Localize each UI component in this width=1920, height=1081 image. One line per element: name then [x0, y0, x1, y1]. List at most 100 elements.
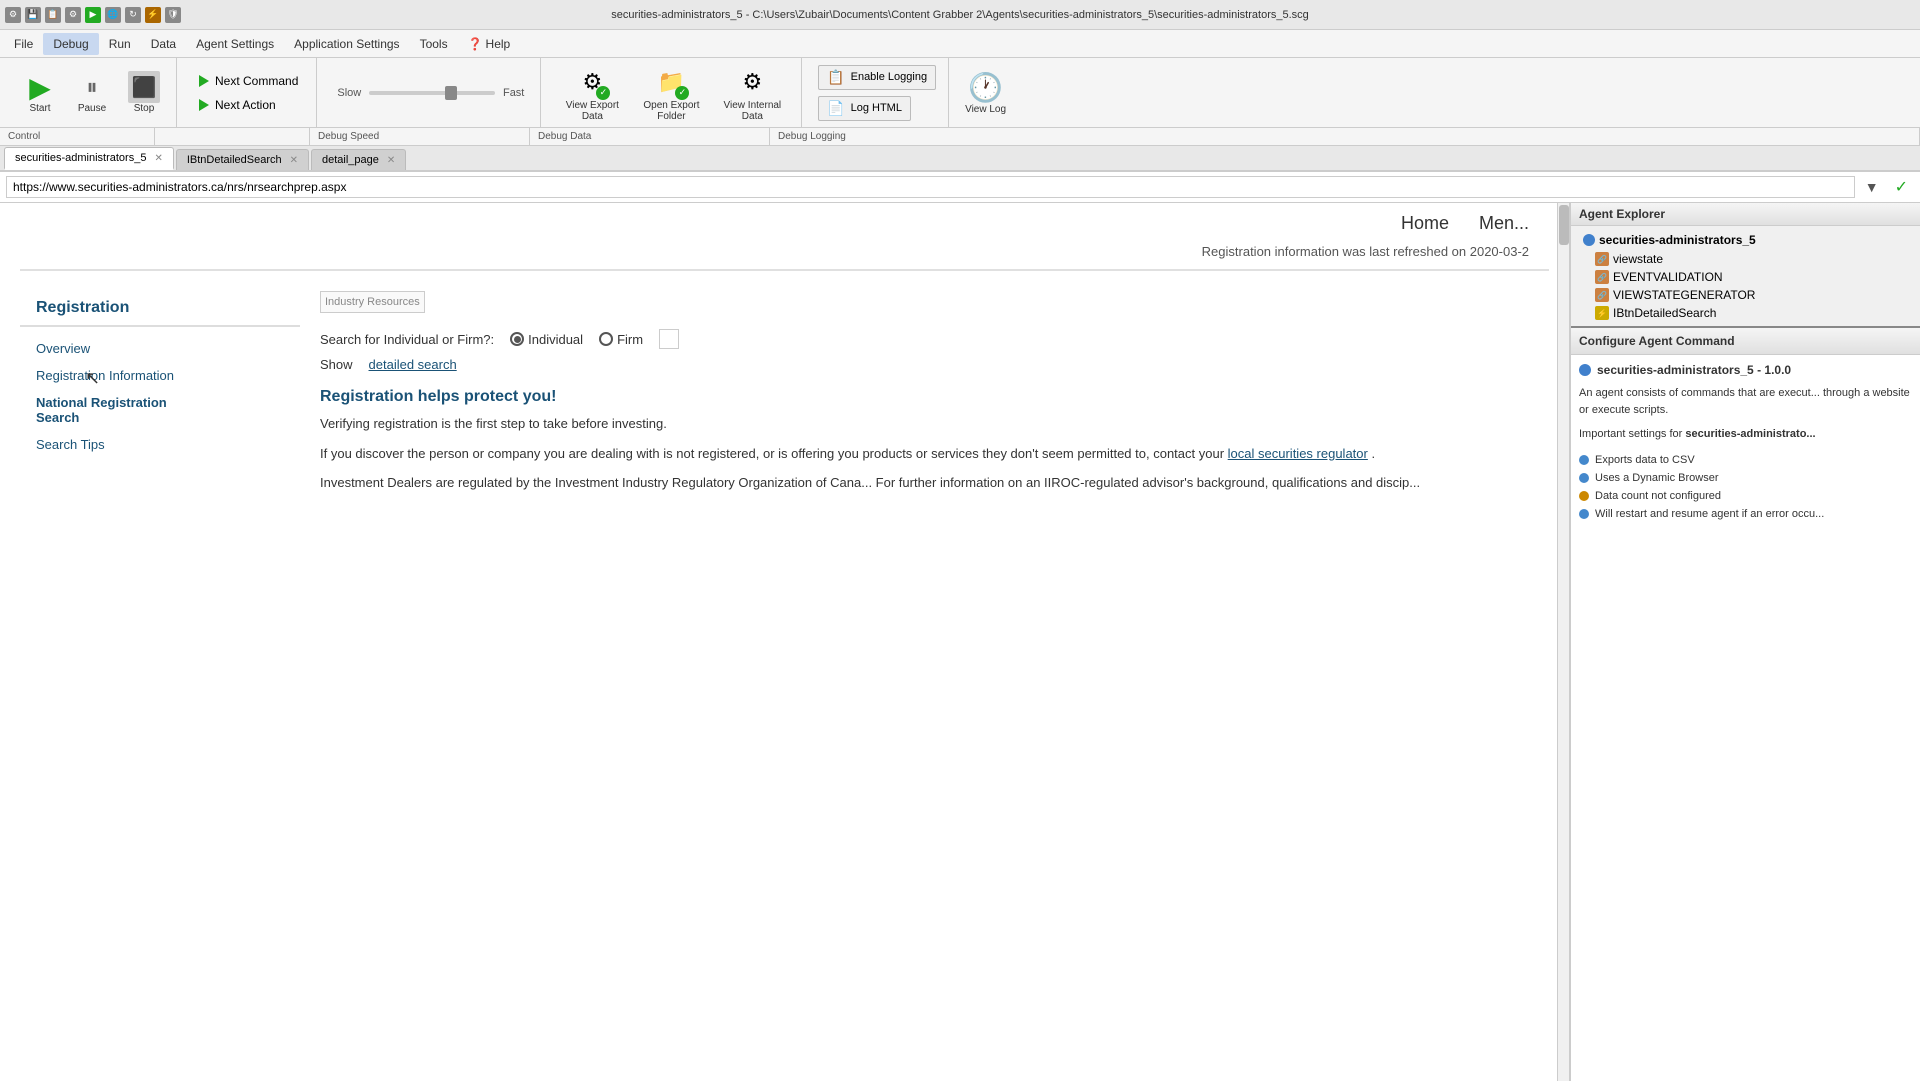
individual-radio-label[interactable]: Individual — [510, 332, 583, 347]
debug-speed-label: Debug Speed — [310, 128, 530, 145]
url-confirm-button[interactable]: ✓ — [1889, 175, 1914, 199]
web-nav-overview[interactable]: Overview — [20, 335, 300, 362]
menu-help[interactable]: ❓ Help — [458, 33, 521, 55]
speed-slider-row: Slow Fast — [337, 87, 524, 99]
agent-icon[interactable]: 📋 — [45, 7, 61, 23]
menu-file[interactable]: File — [4, 33, 43, 55]
next-command-button[interactable]: Next Command — [193, 71, 304, 91]
web-nav-home[interactable]: Home — [1401, 213, 1449, 234]
bullet-list: Exports data to CSV Uses a Dynamic Brows… — [1579, 451, 1912, 523]
image-placeholder — [659, 329, 679, 349]
config-panel: Configure Agent Command securities-admin… — [1571, 328, 1920, 1081]
tabs-bar: securities-administrators_5 ✕ IBtnDetail… — [0, 146, 1920, 172]
tree-item-eventvalidation[interactable]: 🔗 EVENTVALIDATION — [1595, 268, 1912, 286]
scrollbar-thumb[interactable] — [1559, 205, 1569, 245]
web-nav-menu[interactable]: Men... — [1479, 213, 1529, 234]
firm-radio[interactable] — [599, 332, 613, 346]
ibtn-label: IBtnDetailedSearch — [1613, 306, 1716, 320]
shield-icon[interactable]: 🛡 — [165, 7, 181, 23]
control-label: Control — [0, 128, 155, 145]
refresh-icon[interactable]: ↻ — [125, 7, 141, 23]
para-3: Investment Dealers are regulated by the … — [320, 473, 1529, 493]
detailed-search-link[interactable]: detailed search — [369, 357, 457, 372]
enable-logging-label: Enable Logging — [851, 71, 927, 83]
view-internal-data-button[interactable]: ⚙ View InternalData — [716, 60, 790, 126]
view-log-label: View Log — [965, 104, 1006, 115]
section-title: Registration helps protect you! — [320, 388, 1529, 406]
tab-ibtn-detailed-search[interactable]: IBtnDetailedSearch ✕ — [176, 149, 309, 170]
tree-root[interactable]: securities-administrators_5 — [1579, 230, 1912, 250]
url-go-button[interactable]: ▼ — [1859, 177, 1885, 197]
browser-scrollbar[interactable] — [1557, 203, 1569, 1081]
enable-logging-button[interactable]: 📋 Enable Logging — [818, 65, 936, 90]
tab-detail-page[interactable]: detail_page ✕ — [311, 149, 406, 170]
save-icon[interactable]: 💾 — [25, 7, 41, 23]
speed-slow-label: Slow — [337, 87, 361, 99]
firm-radio-label[interactable]: Firm — [599, 332, 643, 347]
pause-button[interactable]: ⏸ Pause — [68, 67, 116, 118]
show-label: Show — [320, 357, 353, 372]
menu-tools[interactable]: Tools — [410, 33, 458, 55]
debug-data-section: ⚙ ✓ View ExportData 📁 ✓ Open ExportFolde… — [545, 58, 802, 127]
bullet-icon-4 — [1579, 509, 1589, 519]
ibtn-icon: ⚡ — [1595, 306, 1609, 320]
title-bar-icons: ⚙ 💾 📋 ⚙ ▶ 🌐 ↻ ⚡ 🛡 — [5, 7, 181, 23]
bullet-dynamic-browser: Uses a Dynamic Browser — [1579, 469, 1912, 487]
url-input[interactable] — [6, 176, 1855, 198]
eventvalidation-icon: 🔗 — [1595, 270, 1609, 284]
menu-debug[interactable]: Debug — [43, 33, 98, 55]
lightning-icon[interactable]: ⚡ — [145, 7, 161, 23]
menu-data[interactable]: Data — [141, 33, 186, 55]
config-panel-title: Configure Agent Command — [1571, 328, 1920, 355]
individual-radio[interactable] — [510, 332, 524, 346]
url-bar: ▼ ✓ — [0, 172, 1920, 203]
menu-run[interactable]: Run — [99, 33, 141, 55]
tab-detail-close[interactable]: ✕ — [387, 155, 395, 166]
bullet-icon-1 — [1579, 455, 1589, 465]
agent-explorer-title: Agent Explorer — [1571, 203, 1920, 226]
search-label: Search for Individual or Firm?: — [320, 332, 494, 347]
next-action-arrow — [199, 99, 209, 111]
bullet-data-count: Data count not configured — [1579, 487, 1912, 505]
globe-icon[interactable]: 🌐 — [105, 7, 121, 23]
tree-item-viewstategenerator[interactable]: 🔗 VIEWSTATEGENERATOR — [1595, 286, 1912, 304]
tree-item-viewstate[interactable]: 🔗 viewstate — [1595, 250, 1912, 268]
pause-icon: ⏸ — [76, 71, 108, 103]
viewstate-label: viewstate — [1613, 252, 1663, 266]
control-section: ▶ Start ⏸ Pause ⬛ Stop — [8, 58, 177, 127]
web-nav-search-tips[interactable]: Search Tips — [20, 431, 300, 458]
settings-icon[interactable]: ⚙ — [65, 7, 81, 23]
firm-label: Firm — [617, 332, 643, 347]
web-nav-registration-info[interactable]: Registration Information — [20, 362, 300, 389]
stop-button[interactable]: ⬛ Stop — [120, 67, 168, 118]
local-regulator-link[interactable]: local securities regulator — [1228, 446, 1368, 461]
open-export-folder-icon: 📁 ✓ — [653, 64, 689, 100]
view-log-button[interactable]: 🕐 View Log — [965, 71, 1006, 115]
tree-item-ibtn[interactable]: ⚡ IBtnDetailedSearch — [1595, 304, 1912, 322]
log-html-button[interactable]: 📄 Log HTML — [818, 96, 911, 121]
tree-view: securities-administrators_5 🔗 viewstate … — [1571, 226, 1920, 326]
search-form: Search for Individual or Firm?: Individu… — [320, 329, 1529, 372]
individual-label: Individual — [528, 332, 583, 347]
next-action-button[interactable]: Next Action — [193, 95, 304, 115]
refresh-notice: Registration information was last refres… — [20, 244, 1549, 271]
view-export-data-icon: ⚙ ✓ — [574, 64, 610, 100]
tab-ibtn-close[interactable]: ✕ — [290, 155, 298, 166]
app-icon: ⚙ — [5, 7, 21, 23]
view-export-data-button[interactable]: ⚙ ✓ View ExportData — [557, 60, 627, 126]
viewstategenerator-icon: 🔗 — [1595, 288, 1609, 302]
menu-agent-settings[interactable]: Agent Settings — [186, 33, 284, 55]
tree-root-label: securities-administrators_5 — [1599, 233, 1756, 247]
next-section: Next Command Next Action — [181, 58, 317, 127]
web-nav-national-search[interactable]: National RegistrationSearch — [20, 389, 300, 431]
tab-securities-administrators[interactable]: securities-administrators_5 ✕ — [4, 147, 174, 170]
config-desc-2: Important settings for securities-admini… — [1579, 426, 1912, 443]
tab-securities-close[interactable]: ✕ — [154, 153, 162, 164]
toolbar-labels: Control Debug Speed Debug Data Debug Log… — [0, 128, 1920, 146]
speed-slider[interactable] — [369, 91, 495, 95]
play-icon[interactable]: ▶ — [85, 7, 101, 23]
menu-application-settings[interactable]: Application Settings — [284, 33, 409, 55]
debug-data-label: Debug Data — [530, 128, 770, 145]
open-export-folder-button[interactable]: 📁 ✓ Open ExportFolder — [635, 60, 707, 126]
start-button[interactable]: ▶ Start — [16, 67, 64, 118]
